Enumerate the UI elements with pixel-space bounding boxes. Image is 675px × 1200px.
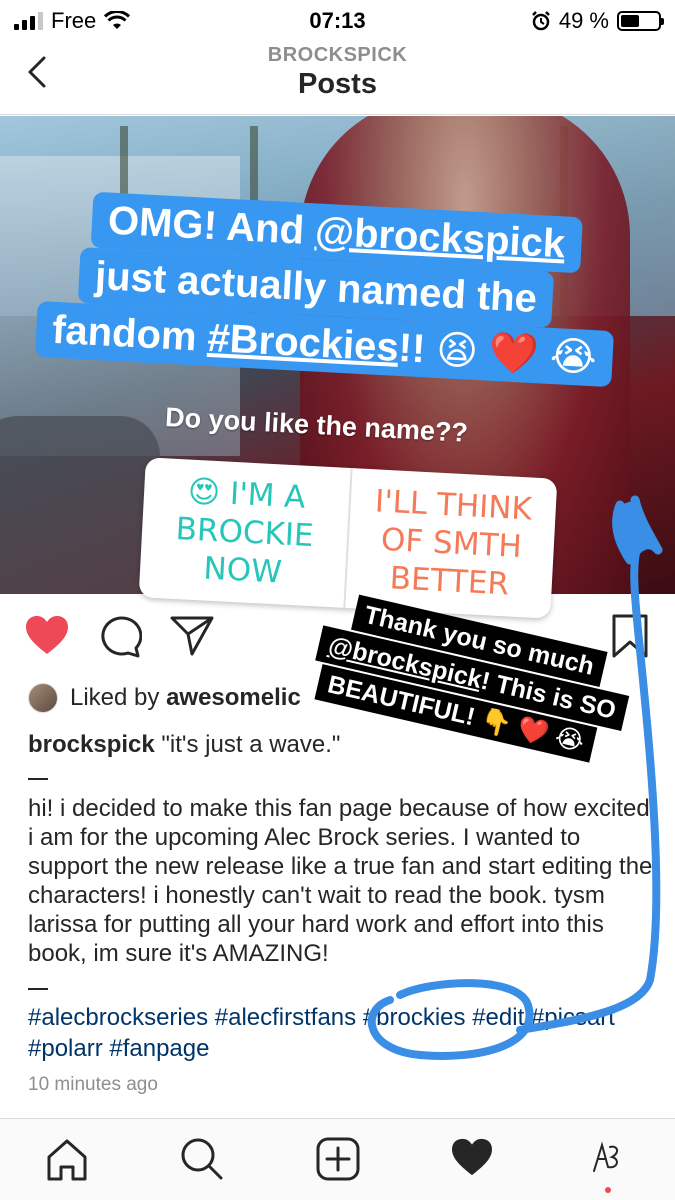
paper-plane-icon[interactable] xyxy=(170,614,214,656)
caption-divider xyxy=(28,988,48,990)
profile-avatar-icon[interactable] xyxy=(588,1137,624,1181)
caption-body: hi! i decided to make this fan page beca… xyxy=(28,795,653,967)
image-car xyxy=(0,416,160,594)
battery-icon xyxy=(617,11,664,31)
search-icon[interactable] xyxy=(180,1137,224,1181)
bottom-tab-bar xyxy=(0,1118,675,1200)
poll-option-b[interactable]: I'LL THINK OF SMTH BETTER xyxy=(345,468,557,619)
comment-bubble-icon[interactable] xyxy=(98,614,142,658)
bookmark-icon[interactable] xyxy=(610,614,650,658)
likes-text: Liked by awesomelic xyxy=(70,684,301,711)
home-icon[interactable] xyxy=(46,1137,88,1181)
caption-divider xyxy=(28,778,48,780)
caption-username[interactable]: brockspick xyxy=(28,731,155,758)
status-bar: Free 07:13 49 % xyxy=(0,0,675,40)
heart-icon[interactable] xyxy=(450,1137,494,1177)
poll-option-a[interactable]: 😍 I'M A BROCKIE NOW xyxy=(138,457,353,608)
nav-header: BROCKSPICK Posts xyxy=(0,40,675,115)
add-post-icon[interactable] xyxy=(316,1137,360,1181)
alarm-icon xyxy=(531,11,550,31)
likes-row[interactable]: Liked by awesomelic xyxy=(28,683,301,713)
account-name: BROCKSPICK xyxy=(267,44,408,66)
caption-hashtags[interactable]: #alecbrockseries #alecfirstfans #brockie… xyxy=(28,1002,628,1064)
post-timestamp: 10 minutes ago xyxy=(28,1074,158,1095)
heart-filled-icon[interactable] xyxy=(24,614,70,656)
liker-avatar xyxy=(28,683,58,713)
status-right: 49 % xyxy=(531,8,664,34)
story-caption-sticker: OMG! And @brockspick just actually named… xyxy=(33,189,655,421)
page-title: Posts xyxy=(298,68,377,100)
notification-dot xyxy=(605,1187,611,1193)
battery-percent: 49 % xyxy=(558,8,609,33)
